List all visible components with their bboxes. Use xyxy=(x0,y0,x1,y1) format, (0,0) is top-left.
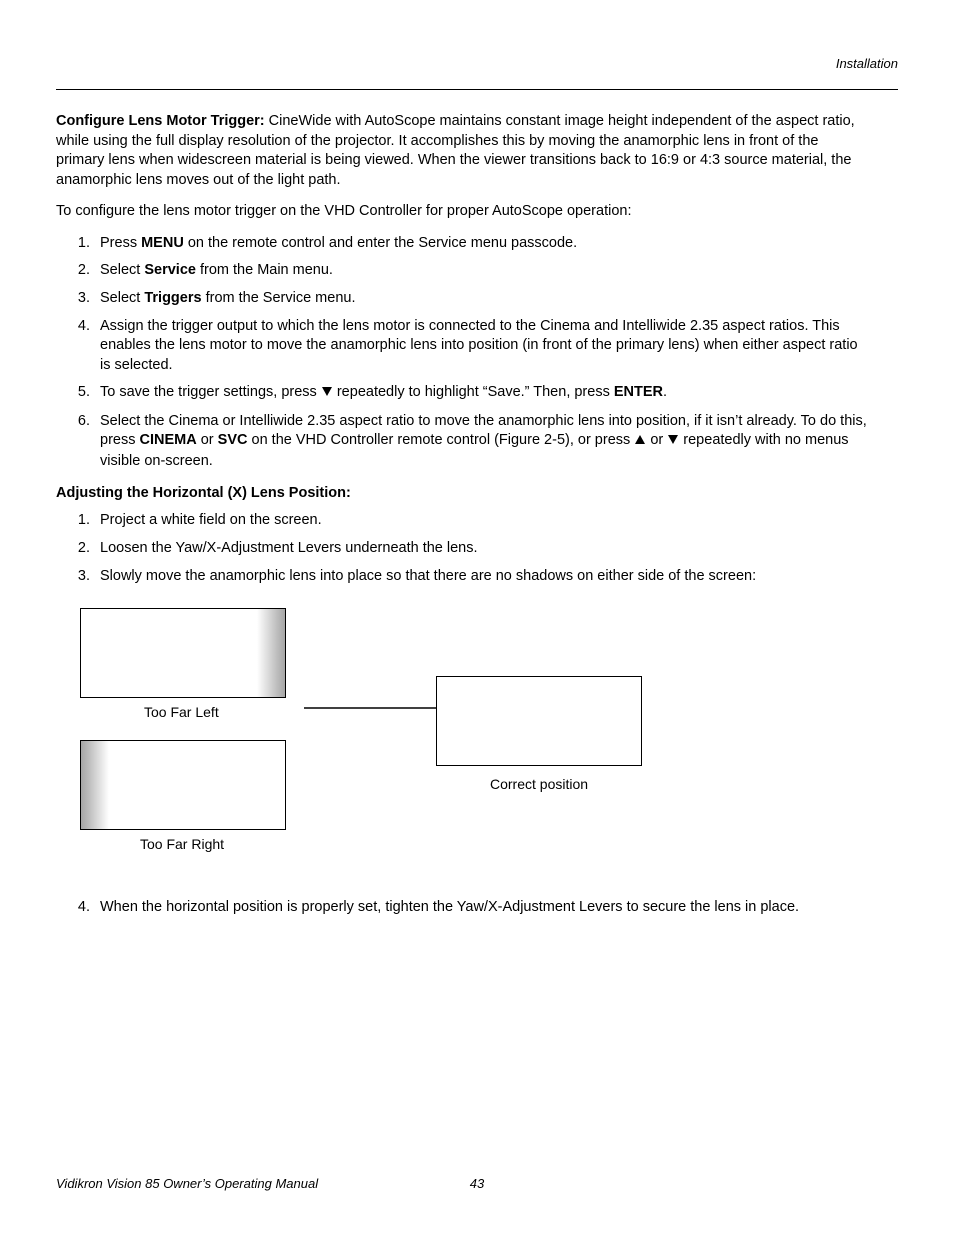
step-1-c: on the remote control and enter the Serv… xyxy=(184,235,577,251)
step-3: Select Triggers from the Service menu. xyxy=(94,289,868,309)
lens-position-diagram: Too Far Left Too Far Right Correct posit… xyxy=(80,608,892,888)
step-5-d: . xyxy=(663,384,667,400)
step-5-a: To save the trigger settings, press xyxy=(100,384,321,400)
label-correct: Correct position xyxy=(490,776,588,792)
step-4: Assign the trigger output to which the l… xyxy=(94,317,868,376)
intro-paragraph: Configure Lens Motor Trigger: CineWide w… xyxy=(56,112,868,190)
header-rule xyxy=(56,89,898,90)
step-6-e: on the VHD Controller remote control (Fi… xyxy=(247,432,634,448)
adjust-step-1: Project a white field on the screen. xyxy=(94,511,868,531)
step-5-b: repeatedly to highlight “Save.” Then, pr… xyxy=(333,384,614,400)
screen-too-far-left xyxy=(80,608,286,698)
step-2: Select Service from the Main menu. xyxy=(94,261,868,281)
intro-para2: To configure the lens motor trigger on t… xyxy=(56,202,868,222)
step-2-a: Select xyxy=(100,262,144,278)
triangle-down-icon xyxy=(321,384,333,404)
intro-lead-bold: Configure Lens Motor Trigger: xyxy=(56,113,269,129)
shadow-left xyxy=(81,741,109,829)
screen-correct xyxy=(436,676,642,766)
adjust-step-3: Slowly move the anamorphic lens into pla… xyxy=(94,567,868,587)
triangle-up-icon xyxy=(634,432,646,452)
step-5-c: ENTER xyxy=(614,384,663,400)
step-1-b: MENU xyxy=(141,235,184,251)
step-3-c: from the Service menu. xyxy=(202,290,356,306)
label-too-far-right: Too Far Right xyxy=(140,836,224,852)
footer-title: Vidikron Vision 85 Owner’s Operating Man… xyxy=(56,1176,318,1191)
step-1: Press MENU on the remote control and ent… xyxy=(94,234,868,254)
page: Installation Configure Lens Motor Trigge… xyxy=(0,0,954,1235)
step-5: To save the trigger settings, press repe… xyxy=(94,383,868,404)
step-6: Select the Cinema or Intelliwide 2.35 as… xyxy=(94,412,868,472)
step-1-a: Press xyxy=(100,235,141,251)
step-6-d: SVC xyxy=(218,432,248,448)
section-header: Installation xyxy=(56,56,898,71)
page-footer: Vidikron Vision 85 Owner’s Operating Man… xyxy=(56,1176,898,1191)
triangle-down-icon xyxy=(667,432,679,452)
step-6-f: or xyxy=(646,432,667,448)
label-too-far-left: Too Far Left xyxy=(144,704,219,720)
step-2-b: Service xyxy=(144,262,196,278)
adjust-step-2: Loosen the Yaw/X-Adjustment Levers under… xyxy=(94,539,868,559)
adjust-steps-list-cont: When the horizontal position is properly… xyxy=(56,898,868,918)
content-column: Configure Lens Motor Trigger: CineWide w… xyxy=(56,112,868,918)
step-6-b: CINEMA xyxy=(140,432,197,448)
step-2-c: from the Main menu. xyxy=(196,262,333,278)
adjust-step-4: When the horizontal position is properly… xyxy=(94,898,868,918)
step-6-c: or xyxy=(197,432,218,448)
step-3-b: Triggers xyxy=(144,290,201,306)
shadow-right xyxy=(257,609,285,697)
subheading-adjust-x: Adjusting the Horizontal (X) Lens Positi… xyxy=(56,485,868,501)
screen-too-far-right xyxy=(80,740,286,830)
step-3-a: Select xyxy=(100,290,144,306)
config-steps-list: Press MENU on the remote control and ent… xyxy=(56,234,868,472)
adjust-steps-list: Project a white field on the screen. Loo… xyxy=(56,511,868,586)
page-number: 43 xyxy=(470,1176,484,1191)
